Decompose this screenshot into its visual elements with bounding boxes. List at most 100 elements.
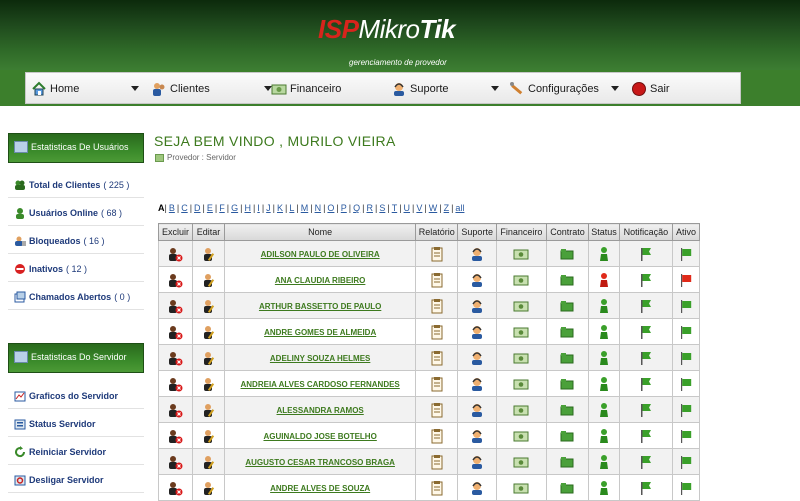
finance-icon[interactable]	[513, 298, 529, 314]
letter-filter-v[interactable]: V	[416, 203, 422, 213]
active-green-flag-icon[interactable]	[678, 376, 694, 392]
nav-sair[interactable]: Sair	[631, 73, 670, 105]
edit-user-icon[interactable]	[201, 480, 217, 496]
letter-filter-z[interactable]: Z	[444, 203, 450, 213]
delete-user-icon[interactable]	[167, 428, 183, 444]
notification-flag-icon[interactable]	[638, 246, 654, 262]
edit-user-icon[interactable]	[201, 376, 217, 392]
edit-user-icon[interactable]	[201, 350, 217, 366]
sidebar-item-chart[interactable]: Graficos do Servidor	[14, 388, 118, 404]
finance-icon[interactable]	[513, 324, 529, 340]
support-agent-icon[interactable]	[469, 428, 485, 444]
support-agent-icon[interactable]	[469, 246, 485, 262]
finance-icon[interactable]	[513, 428, 529, 444]
active-green-flag-icon[interactable]	[678, 298, 694, 314]
edit-user-icon[interactable]	[201, 324, 217, 340]
letter-filter-d[interactable]: D	[194, 203, 201, 213]
letter-filter-r[interactable]: R	[366, 203, 373, 213]
letter-filter-q[interactable]: Q	[353, 203, 360, 213]
client-name-link[interactable]: ALESSANDRA RAMOS	[277, 406, 364, 415]
delete-user-icon[interactable]	[167, 454, 183, 470]
letter-filter-t[interactable]: T	[392, 203, 398, 213]
letter-filter-e[interactable]: E	[207, 203, 213, 213]
contract-icon[interactable]	[559, 480, 575, 496]
report-icon[interactable]	[429, 454, 445, 470]
finance-icon[interactable]	[513, 454, 529, 470]
letter-filter-n[interactable]: N	[315, 203, 322, 213]
active-green-flag-icon[interactable]	[678, 246, 694, 262]
letter-filter-i[interactable]: I	[257, 203, 260, 213]
contract-icon[interactable]	[559, 350, 575, 366]
contract-icon[interactable]	[559, 454, 575, 470]
sidebar-item-group[interactable]: Total de Clientes( 225 )	[14, 177, 129, 193]
notification-flag-icon[interactable]	[638, 454, 654, 470]
letter-filter-h[interactable]: H	[244, 203, 251, 213]
report-icon[interactable]	[429, 428, 445, 444]
support-agent-icon[interactable]	[469, 298, 485, 314]
letter-filter-c[interactable]: C	[181, 203, 188, 213]
client-name-link[interactable]: ANDREIA ALVES CARDOSO FERNANDES	[241, 380, 400, 389]
client-name-link[interactable]: ARTHUR BASSETTO DE PAULO	[259, 302, 381, 311]
support-agent-icon[interactable]	[469, 454, 485, 470]
edit-user-icon[interactable]	[201, 246, 217, 262]
letter-filter-o[interactable]: O	[327, 203, 334, 213]
support-agent-icon[interactable]	[469, 480, 485, 496]
letter-filter-l[interactable]: L	[289, 203, 294, 213]
contract-icon[interactable]	[559, 298, 575, 314]
edit-user-icon[interactable]	[201, 402, 217, 418]
finance-icon[interactable]	[513, 480, 529, 496]
sidebar-item-no-entry[interactable]: Inativos( 12 )	[14, 261, 87, 277]
contract-icon[interactable]	[559, 402, 575, 418]
notification-flag-icon[interactable]	[638, 376, 654, 392]
active-green-flag-icon[interactable]	[678, 428, 694, 444]
active-green-flag-icon[interactable]	[678, 324, 694, 340]
support-agent-icon[interactable]	[469, 402, 485, 418]
delete-user-icon[interactable]	[167, 480, 183, 496]
letter-filter-s[interactable]: S	[379, 203, 385, 213]
report-icon[interactable]	[429, 350, 445, 366]
delete-user-icon[interactable]	[167, 402, 183, 418]
nav-financeiro[interactable]: Financeiro	[271, 73, 341, 105]
letter-filter-k[interactable]: K	[277, 203, 283, 213]
chevron-down-icon[interactable]	[491, 86, 499, 91]
report-icon[interactable]	[429, 376, 445, 392]
letter-filter-b[interactable]: B	[169, 203, 175, 213]
support-agent-icon[interactable]	[469, 350, 485, 366]
contract-icon[interactable]	[559, 272, 575, 288]
finance-icon[interactable]	[513, 376, 529, 392]
client-name-link[interactable]: ANA CLAUDIA RIBEIRO	[275, 276, 366, 285]
contract-icon[interactable]	[559, 376, 575, 392]
nav-suporte[interactable]: Suporte	[391, 73, 449, 105]
notification-flag-icon[interactable]	[638, 428, 654, 444]
sidebar-item-tickets[interactable]: Chamados Abertos( 0 )	[14, 289, 130, 305]
active-green-flag-icon[interactable]	[678, 350, 694, 366]
notification-flag-icon[interactable]	[638, 402, 654, 418]
support-agent-icon[interactable]	[469, 324, 485, 340]
notification-flag-icon[interactable]	[638, 298, 654, 314]
delete-user-icon[interactable]	[167, 272, 183, 288]
report-icon[interactable]	[429, 324, 445, 340]
notification-flag-icon[interactable]	[638, 480, 654, 496]
nav-home[interactable]: Home	[31, 73, 79, 105]
report-icon[interactable]	[429, 402, 445, 418]
contract-icon[interactable]	[559, 428, 575, 444]
nav-clientes[interactable]: Clientes	[151, 73, 210, 105]
sidebar-item-server[interactable]: Status Servidor	[14, 416, 96, 432]
letter-filter-j[interactable]: J	[266, 203, 271, 213]
letter-filter-p[interactable]: P	[341, 203, 347, 213]
letter-filter-all[interactable]: all	[455, 203, 464, 213]
sidebar-item-restart[interactable]: Reiniciar Servidor	[14, 444, 106, 460]
active-red-flag-icon[interactable]	[678, 272, 694, 288]
delete-user-icon[interactable]	[167, 246, 183, 262]
chevron-down-icon[interactable]	[131, 86, 139, 91]
delete-user-icon[interactable]	[167, 324, 183, 340]
client-name-link[interactable]: ANDRE ALVES DE SOUZA	[270, 484, 370, 493]
support-agent-icon[interactable]	[469, 272, 485, 288]
report-icon[interactable]	[429, 272, 445, 288]
active-green-flag-icon[interactable]	[678, 454, 694, 470]
client-name-link[interactable]: AUGUSTO CESAR TRANCOSO BRAGA	[245, 458, 395, 467]
finance-icon[interactable]	[513, 402, 529, 418]
delete-user-icon[interactable]	[167, 350, 183, 366]
letter-filter-w[interactable]: W	[429, 203, 438, 213]
client-name-link[interactable]: ADILSON PAULO DE OLIVEIRA	[261, 250, 380, 259]
